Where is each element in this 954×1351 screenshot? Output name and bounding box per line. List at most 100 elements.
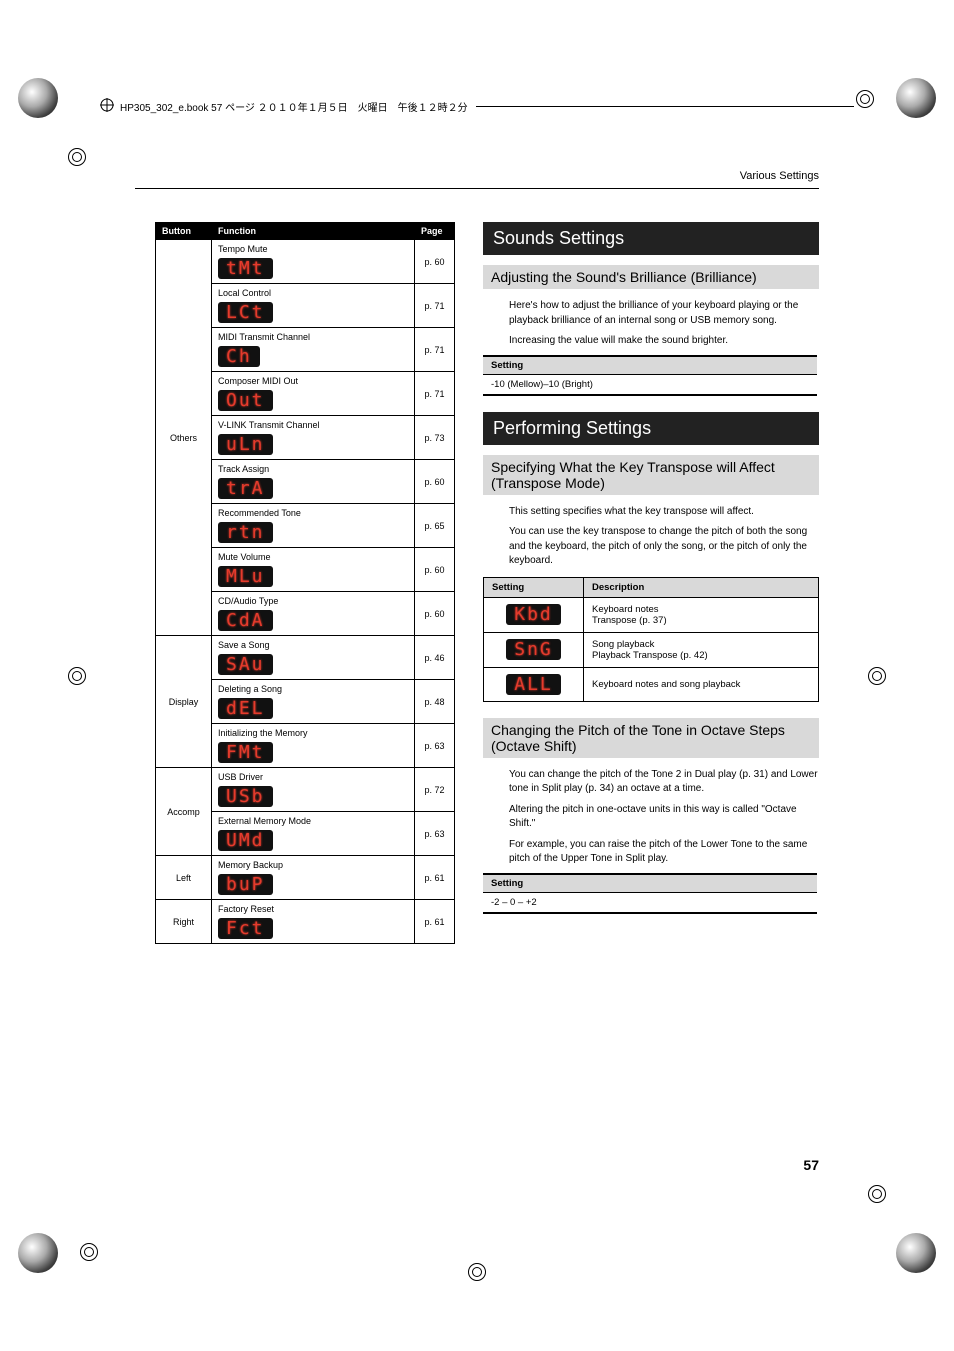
description-cell: Keyboard notesTranspose (p. 37) xyxy=(584,597,819,632)
registration-mark xyxy=(80,1243,98,1261)
page-ref: p. 63 xyxy=(415,812,455,856)
function-cell: Composer MIDI OutOut xyxy=(212,372,415,416)
col-header-button: Button xyxy=(156,223,212,240)
function-name: Local Control xyxy=(218,288,408,298)
description-line: Playback Transpose (p. 42) xyxy=(592,650,810,661)
function-cell: Local ControlLCt xyxy=(212,284,415,328)
function-name: Composer MIDI Out xyxy=(218,376,408,386)
table-row: ALL Keyboard notes and song playback xyxy=(484,667,819,701)
page-ref: p. 60 xyxy=(415,460,455,504)
print-header-rule xyxy=(476,106,854,107)
setting-value: -10 (Mellow)–10 (Bright) xyxy=(483,374,817,395)
page-ref: p. 72 xyxy=(415,768,455,812)
button-group-label: Right xyxy=(156,900,212,944)
corner-orb-bl xyxy=(18,1233,58,1273)
button-group-label: Display xyxy=(156,636,212,768)
print-job-header: HP305_302_e.book 57 ページ ２０１０年１月５日 火曜日 午後… xyxy=(100,98,854,115)
segment-display: SnG xyxy=(506,639,561,660)
page-ref: p. 63 xyxy=(415,724,455,768)
description-line: Keyboard notes and song playback xyxy=(592,679,810,690)
col-header-page: Page xyxy=(415,223,455,240)
function-name: Factory Reset xyxy=(218,904,408,914)
setting-value: -2 – 0 – +2 xyxy=(483,892,817,913)
page-ref: p. 46 xyxy=(415,636,455,680)
segment-display: FMt xyxy=(218,742,273,763)
subheading-octave-shift: Changing the Pitch of the Tone in Octave… xyxy=(483,718,819,758)
registration-mark xyxy=(868,667,886,685)
segment-display: rtn xyxy=(218,522,273,543)
segment-display: Ch xyxy=(218,346,260,367)
segment-display: CdA xyxy=(218,610,273,631)
segment-display: ALL xyxy=(506,674,561,695)
segment-display: SAu xyxy=(218,654,273,675)
page-ref: p. 48 xyxy=(415,680,455,724)
registration-mark xyxy=(856,90,874,108)
subheading-transpose-mode: Specifying What the Key Transpose will A… xyxy=(483,455,819,495)
page-ref: p. 61 xyxy=(415,900,455,944)
target-icon xyxy=(100,98,114,115)
function-cell: Memory Backup buP xyxy=(212,856,415,900)
description-line: Song playback xyxy=(592,639,810,650)
registration-mark xyxy=(68,667,86,685)
page-ref: p. 65 xyxy=(415,504,455,548)
table-row: RightFactory ResetFctp. 61 xyxy=(156,900,455,944)
setting-cell: SnG xyxy=(484,632,584,667)
segment-display: UMd xyxy=(218,830,273,851)
corner-orb-tr xyxy=(896,78,936,118)
description-line: Transpose (p. 37) xyxy=(592,615,810,626)
function-cell: CD/Audio TypeCdA xyxy=(212,592,415,636)
brilliance-setting-table: Setting -10 (Mellow)–10 (Bright) xyxy=(483,355,817,396)
col-header-description: Description xyxy=(584,577,819,597)
function-cell: V-LINK Transmit Channel uLn xyxy=(212,416,415,460)
body-text: Altering the pitch in one-octave units i… xyxy=(509,803,819,832)
right-column: Sounds Settings Adjusting the Sound's Br… xyxy=(483,222,819,944)
col-header-setting: Setting xyxy=(484,577,584,597)
function-name: Initializing the Memory xyxy=(218,728,408,738)
col-header-function: Function xyxy=(212,223,415,240)
segment-display: tMt xyxy=(218,258,273,279)
page-ref: p. 71 xyxy=(415,372,455,416)
button-group-label: Accomp xyxy=(156,768,212,856)
body-text: This setting specifies what the key tran… xyxy=(509,505,819,520)
segment-display: uLn xyxy=(218,434,273,455)
body-text: You can change the pitch of the Tone 2 i… xyxy=(509,768,819,797)
body-text: Increasing the value will make the sound… xyxy=(509,334,819,349)
running-head-rule xyxy=(135,188,819,189)
function-cell: Tempo Mute tMt xyxy=(212,240,415,284)
function-cell: Recommended Tone rtn xyxy=(212,504,415,548)
function-cell: Mute VolumeMLu xyxy=(212,548,415,592)
table-row: LeftMemory BackupbuPp. 61 xyxy=(156,856,455,900)
transpose-mode-table: Setting Description KbdKeyboard notesTra… xyxy=(483,577,819,702)
corner-orb-tl xyxy=(18,78,58,118)
button-group-label: Others xyxy=(156,240,212,636)
function-name: Tempo Mute xyxy=(218,244,408,254)
page-ref: p. 71 xyxy=(415,284,455,328)
corner-orb-br xyxy=(896,1233,936,1273)
page-ref: p. 60 xyxy=(415,548,455,592)
print-job-text: HP305_302_e.book 57 ページ ２０１０年１月５日 火曜日 午後… xyxy=(120,99,468,114)
page-ref: p. 73 xyxy=(415,416,455,460)
function-name: Memory Backup xyxy=(218,860,408,870)
function-cell: Track AssigntrA xyxy=(212,460,415,504)
function-name: USB Driver xyxy=(218,772,408,782)
section-performing-settings: Performing Settings xyxy=(483,412,819,445)
function-name: V-LINK Transmit Channel xyxy=(218,420,408,430)
section-sounds-settings: Sounds Settings xyxy=(483,222,819,255)
body-text: Here's how to adjust the brilliance of y… xyxy=(509,299,819,328)
setting-cell: ALL xyxy=(484,667,584,701)
function-cell: Save a Song SAu xyxy=(212,636,415,680)
page-number: 57 xyxy=(803,1157,819,1173)
function-cell: Factory ResetFct xyxy=(212,900,415,944)
function-name: External Memory Mode xyxy=(218,816,408,826)
left-column: Button Function Page Others Tempo Mute tMt… xyxy=(155,222,455,944)
function-name: Save a Song xyxy=(218,640,408,650)
function-table: Button Function Page Others Tempo Mute tMt… xyxy=(155,222,455,944)
function-name: Recommended Tone xyxy=(218,508,408,518)
subheading-brilliance: Adjusting the Sound's Brilliance (Brilli… xyxy=(483,265,819,289)
segment-display: dEL xyxy=(218,698,273,719)
octave-shift-setting-table: Setting -2 – 0 – +2 xyxy=(483,873,817,914)
page-ref: p. 60 xyxy=(415,592,455,636)
body-text: You can use the key transpose to change … xyxy=(509,525,819,569)
registration-mark xyxy=(868,1185,886,1203)
segment-display: buP xyxy=(218,874,273,895)
